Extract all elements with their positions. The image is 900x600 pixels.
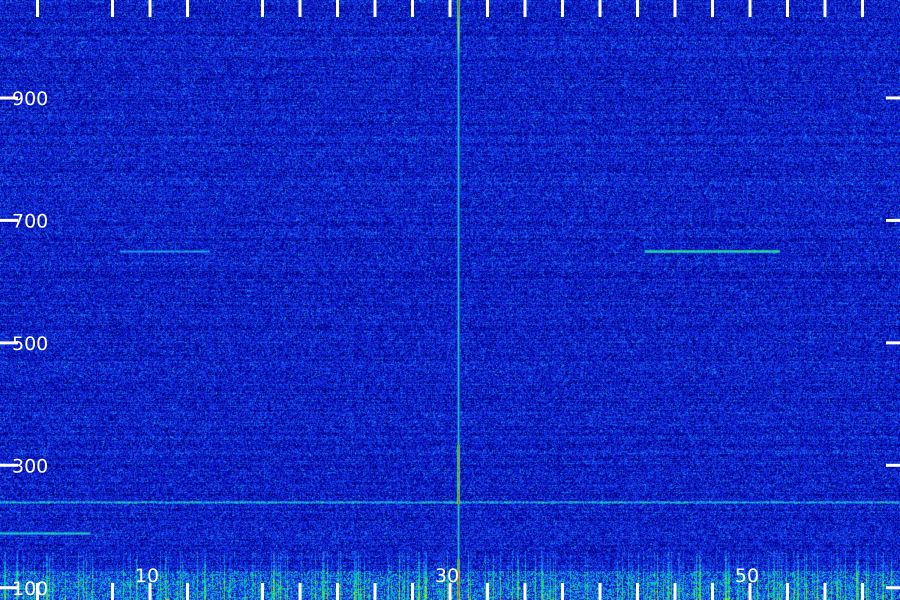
y-tick-label: 300: [12, 455, 48, 477]
spectrogram-chart: 10 30 50 100 300 500 700 900: [0, 0, 900, 600]
x-tick-label: 10: [135, 565, 159, 587]
y-tick-marks: [0, 96, 900, 590]
y-tick-label: 700: [12, 210, 48, 232]
axis-overlay: 10 30 50 100 300 500 700 900: [0, 0, 900, 600]
y-tick-label: 100: [12, 578, 48, 600]
x-tick-label: 50: [735, 565, 759, 587]
y-tick-labels: 100 300 500 700 900: [12, 88, 48, 600]
y-tick-label: 500: [12, 333, 48, 355]
y-tick-label: 900: [12, 88, 48, 110]
x-tick-marks: [36, 0, 864, 600]
x-tick-label: 30: [435, 565, 459, 587]
x-tick-labels: 10 30 50: [135, 565, 759, 587]
